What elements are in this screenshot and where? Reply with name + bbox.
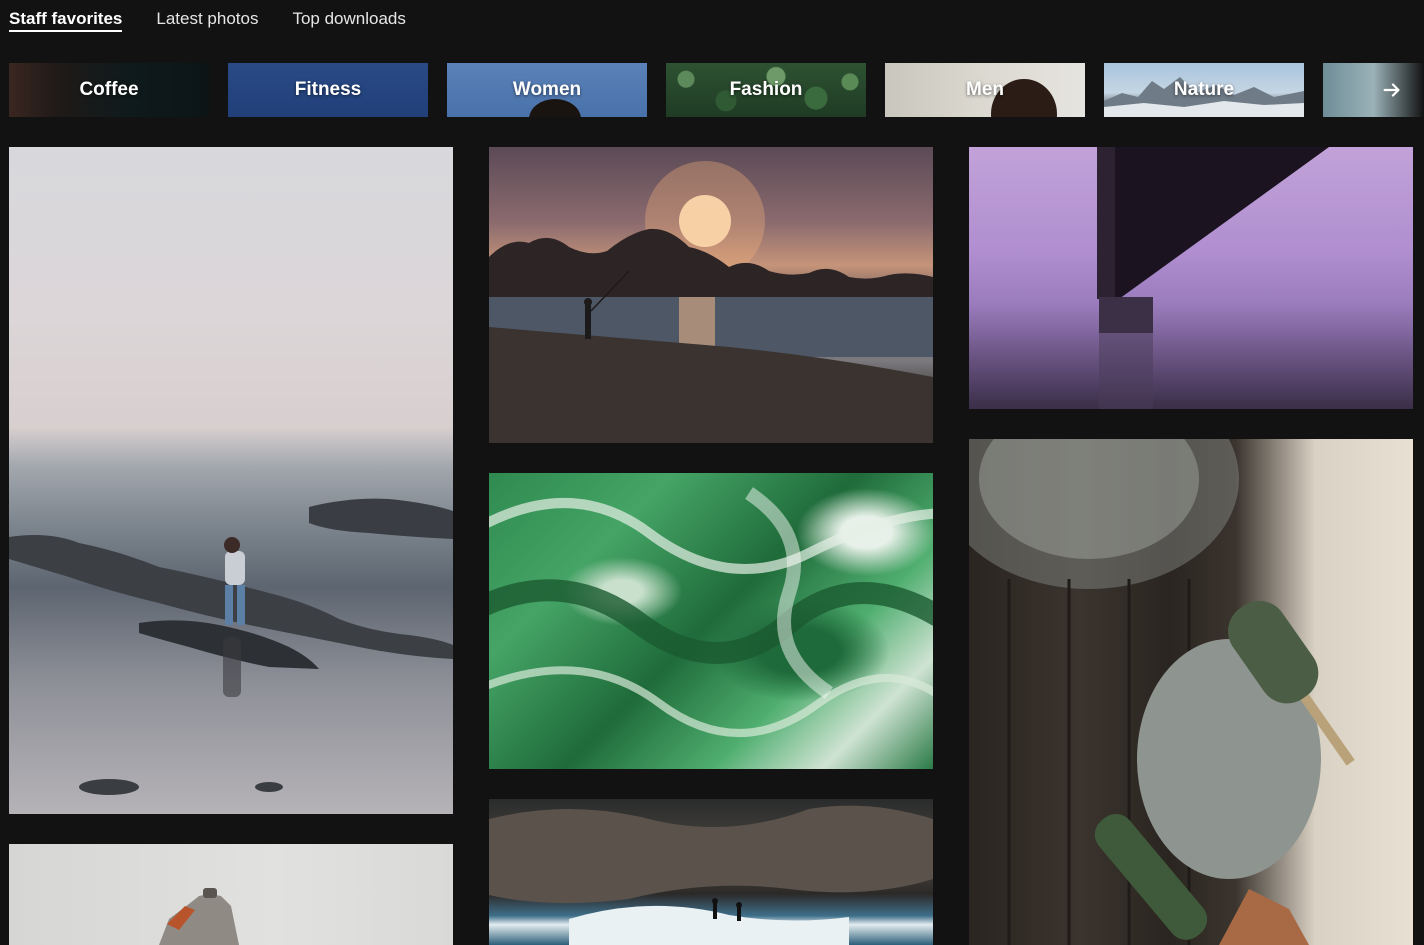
category-label: Coffee bbox=[79, 79, 139, 100]
photo-studio-lamp[interactable] bbox=[9, 844, 453, 945]
category-scroll-next[interactable] bbox=[1323, 63, 1424, 117]
photo-woman-tidepool[interactable] bbox=[9, 147, 453, 814]
surf-scene bbox=[489, 805, 933, 945]
photo-browse-page: Staff favorites Latest photos Top downlo… bbox=[0, 0, 1424, 945]
category-coffee[interactable]: Coffee bbox=[9, 63, 209, 117]
category-carousel: Coffee Fitness Women Fashion Men Nature bbox=[9, 63, 1424, 117]
sunset-scene bbox=[489, 161, 933, 443]
bridge-scene bbox=[1097, 147, 1329, 409]
category-label: Fashion bbox=[729, 79, 803, 100]
photo-bridge-purple-fog[interactable] bbox=[969, 147, 1413, 409]
portrait-hair-shape bbox=[529, 99, 581, 117]
category-label: Fitness bbox=[294, 79, 362, 100]
photo-jade-roller[interactable] bbox=[969, 439, 1413, 945]
jade-roller-scene bbox=[969, 439, 1355, 945]
tab-staff-favorites[interactable]: Staff favorites bbox=[9, 0, 123, 32]
category-nature[interactable]: Nature bbox=[1104, 63, 1304, 117]
tidepool-scene bbox=[9, 498, 453, 795]
category-fashion[interactable]: Fashion bbox=[666, 63, 866, 117]
photo-feed-tabs: Staff favorites Latest photos Top downlo… bbox=[9, 0, 406, 40]
tab-latest-photos[interactable]: Latest photos bbox=[156, 0, 258, 32]
photo-surfers-wave[interactable] bbox=[489, 799, 933, 945]
category-women[interactable]: Women bbox=[447, 63, 647, 117]
arrow-right-icon bbox=[1383, 83, 1400, 97]
category-men[interactable]: Men bbox=[885, 63, 1085, 117]
category-label: Nature bbox=[1173, 79, 1235, 100]
category-label: Men bbox=[966, 79, 1004, 100]
photo-green-swirl[interactable] bbox=[489, 473, 933, 769]
lamp-shape bbox=[159, 888, 239, 945]
category-label: Women bbox=[512, 79, 582, 100]
category-fitness[interactable]: Fitness bbox=[228, 63, 428, 117]
swirl-pattern bbox=[489, 487, 933, 737]
photo-beach-sunset-fisherman[interactable] bbox=[489, 147, 933, 443]
tab-top-downloads[interactable]: Top downloads bbox=[292, 0, 405, 32]
